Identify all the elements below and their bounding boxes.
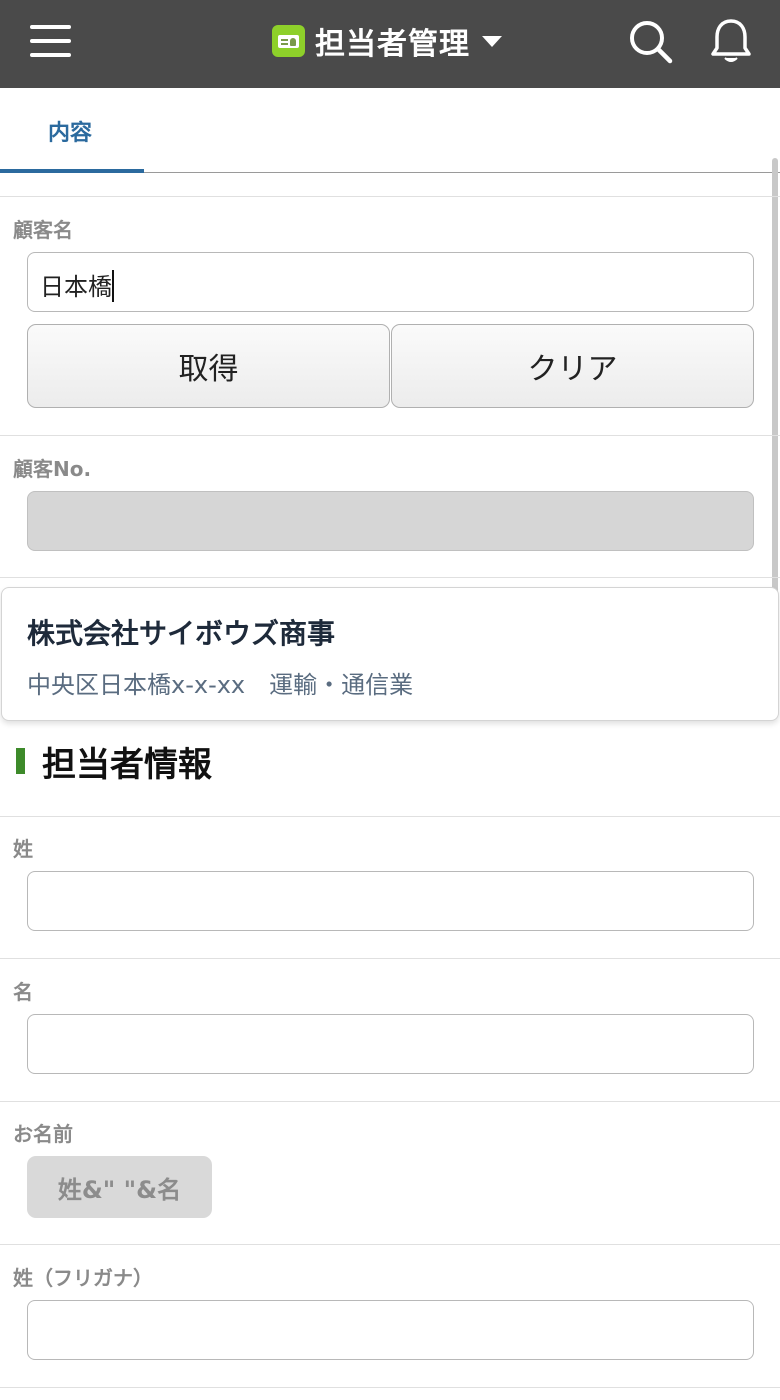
clear-button[interactable]: クリア	[391, 324, 754, 408]
tab-content[interactable]: 内容	[0, 88, 144, 173]
app-title: 担当者管理	[315, 27, 470, 62]
divider	[0, 1101, 780, 1102]
lookup-result-card[interactable]: 株式会社サイボウズ商事 中央区日本橋x-x-xx 運輸・通信業	[1, 587, 779, 721]
hamburger-menu-icon[interactable]	[30, 23, 72, 59]
divider	[0, 435, 780, 436]
fetch-button[interactable]: 取得	[27, 324, 390, 408]
search-icon[interactable]	[628, 19, 674, 65]
full-name-formula: 姓&" "&名	[27, 1156, 212, 1218]
result-company-detail: 中央区日本橋x-x-xx 運輸・通信業	[27, 671, 414, 699]
tab-bar: 内容	[0, 88, 780, 173]
divider	[0, 1244, 780, 1245]
first-name-label: 名	[13, 980, 33, 1004]
full-name-label: お名前	[13, 1122, 73, 1146]
first-name-input[interactable]	[27, 1014, 754, 1074]
app-switcher[interactable]: 担当者管理	[272, 16, 502, 66]
bell-icon[interactable]	[710, 17, 752, 65]
result-company-name: 株式会社サイボウズ商事	[27, 617, 336, 650]
divider	[0, 816, 780, 817]
section-accent-bar	[16, 748, 25, 774]
customer-no-field	[27, 491, 754, 551]
divider	[0, 1387, 780, 1388]
divider	[0, 577, 780, 578]
app-header: 担当者管理	[0, 0, 780, 88]
tab-label: 内容	[48, 121, 93, 146]
divider	[0, 196, 780, 197]
last-name-label: 姓	[13, 837, 33, 861]
section-title: 担当者情報	[42, 744, 212, 785]
customer-name-value: 日本橋	[40, 273, 112, 301]
contact-card-icon	[272, 25, 305, 57]
last-name-input[interactable]	[27, 871, 754, 931]
customer-name-label: 顧客名	[13, 218, 73, 242]
last-name-kana-input[interactable]	[27, 1300, 754, 1360]
last-name-kana-label: 姓（フリガナ）	[13, 1266, 153, 1290]
text-cursor	[112, 270, 114, 302]
chevron-down-icon	[482, 35, 502, 47]
section-heading: 担当者情報	[16, 736, 212, 786]
customer-name-input[interactable]: 日本橋	[27, 252, 754, 312]
customer-no-label: 顧客No.	[13, 457, 92, 481]
divider	[0, 958, 780, 959]
